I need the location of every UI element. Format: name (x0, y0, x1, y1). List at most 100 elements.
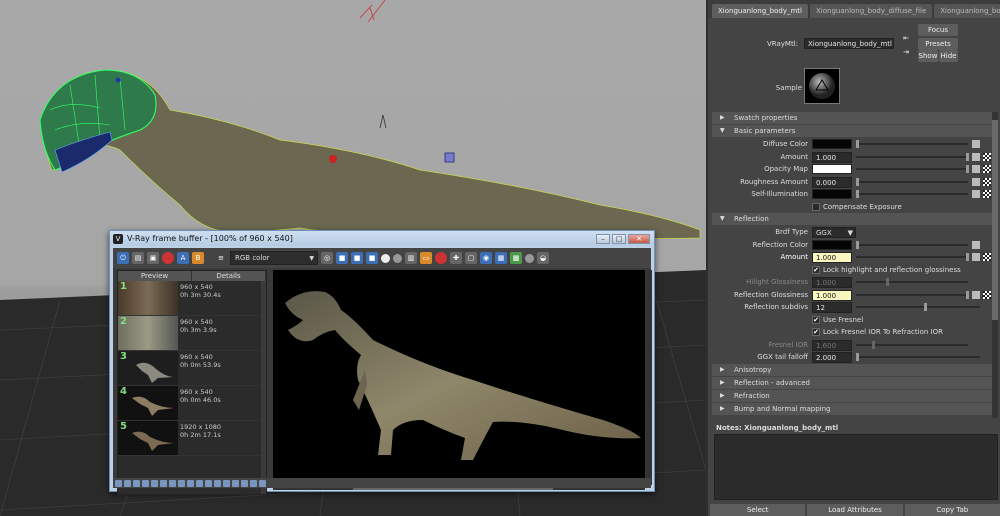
toolbar-button-icon[interactable] (115, 479, 122, 487)
menu-icon[interactable]: ≡ (215, 252, 227, 264)
load-attributes-button[interactable]: Load Attributes (807, 504, 903, 516)
clear-history-icon[interactable] (162, 252, 174, 264)
power-icon[interactable]: ⏻ (117, 252, 129, 264)
notes-textarea[interactable] (714, 434, 998, 500)
opacity-map-swatch[interactable] (812, 164, 852, 174)
slider-knob[interactable] (856, 190, 859, 198)
toolbar-button-icon[interactable] (205, 479, 212, 487)
slider-knob[interactable] (966, 253, 969, 261)
opacity-map-slider[interactable] (856, 165, 969, 173)
section-bump-normal-mapping[interactable]: ▶ Bump and Normal mapping (712, 402, 992, 415)
attribute-scrollbar[interactable] (992, 112, 998, 418)
lut-icon[interactable]: ▩ (510, 252, 522, 264)
toolbar-button-icon[interactable] (142, 479, 149, 487)
toolbar-button-icon[interactable] (124, 479, 131, 487)
ggx-tail-slider[interactable] (856, 353, 980, 361)
compare-a-icon[interactable]: A (177, 252, 189, 264)
reflection-color-swatch[interactable] (812, 239, 852, 250)
history-item[interactable]: 1 960 x 540 0h 3m 30.4s (118, 281, 266, 316)
checker-map-icon[interactable] (983, 165, 991, 173)
save-history-icon[interactable]: ▤ (132, 252, 144, 264)
attribute-scroll-area[interactable]: ▶ Swatch properties ▼ Basic parameters Dif… (712, 112, 992, 418)
section-reflection[interactable]: ▼ Reflection (712, 213, 992, 225)
history-item[interactable]: 4 960 x 540 0h 0m 46.0s (118, 386, 266, 421)
blue-channel-icon[interactable]: ■ (366, 252, 378, 264)
toolbar-button-icon[interactable] (250, 479, 257, 487)
toolbar-button-icon[interactable] (241, 479, 248, 487)
channel-select[interactable]: RGB color ▼ (230, 251, 318, 265)
reflection-subdivs-slider[interactable] (856, 303, 980, 311)
toolbar-button-icon[interactable] (232, 479, 239, 487)
ggx-tail-field[interactable]: 2.000 (812, 352, 852, 363)
display-correction-icon[interactable]: ▦ (495, 252, 507, 264)
self-illumination-slider[interactable] (856, 190, 968, 198)
section-anisotropy[interactable]: ▶ Anisotropy (712, 363, 992, 376)
reflection-subdivs-field[interactable]: 12 (812, 302, 852, 313)
toolbar-button-icon[interactable] (151, 479, 158, 487)
use-fresnel-checkbox[interactable]: ✔ (812, 315, 820, 324)
roughness-field[interactable]: 0.000 (812, 176, 852, 188)
reflection-color-slider[interactable] (856, 240, 968, 249)
close-icon[interactable]: ✕ (628, 233, 650, 244)
track-mouse-icon[interactable]: ✚ (450, 252, 462, 264)
reflection-amount-field[interactable]: 1.000 (812, 252, 852, 263)
input-connection-icon[interactable]: ⇤ (901, 32, 911, 44)
save-image-icon[interactable]: ▥ (405, 252, 417, 264)
checker-map-icon[interactable] (983, 152, 991, 161)
vray-frame-buffer-window[interactable]: V V-Ray frame buffer - [100% of 960 x 54… (109, 230, 655, 495)
render-icon[interactable] (525, 253, 534, 263)
tab-body-other[interactable]: Xionguanlong_boc (934, 4, 1000, 18)
load-history-icon[interactable]: ▣ (147, 252, 159, 264)
slider-knob[interactable] (924, 303, 927, 311)
section-reflection-advanced[interactable]: ▶ Reflection - advanced (712, 376, 992, 389)
map-button-icon[interactable] (972, 177, 980, 186)
tab-body-mtl[interactable]: Xionguanlong_body_mtl (712, 4, 808, 18)
slider-knob[interactable] (856, 140, 859, 148)
slider-knob[interactable] (856, 177, 859, 186)
scrollbar-thumb[interactable] (992, 120, 998, 320)
toolbar-button-icon[interactable] (259, 479, 266, 487)
diffuse-color-slider[interactable] (856, 140, 968, 148)
toolbar-button-icon[interactable] (133, 479, 140, 487)
map-button-icon[interactable] (972, 152, 980, 161)
hide-button[interactable]: Hide (939, 50, 958, 62)
map-button-icon[interactable] (972, 253, 980, 261)
lock-hilight-checkbox[interactable]: ✔ (812, 265, 820, 274)
output-connection-icon[interactable]: ⇥ (901, 46, 911, 58)
diffuse-amount-slider[interactable] (856, 152, 969, 161)
slider-knob[interactable] (966, 290, 969, 299)
white-dot-icon[interactable] (381, 253, 390, 263)
toolbar-button-icon[interactable] (178, 479, 185, 487)
minimize-icon[interactable]: – (596, 233, 610, 244)
select-button[interactable]: Select (710, 504, 806, 516)
material-sample-swatch[interactable] (804, 68, 840, 104)
color-channels-icon[interactable]: ◎ (321, 252, 333, 264)
compare-b-icon[interactable]: B (192, 252, 204, 264)
toolbar-button-icon[interactable] (214, 479, 221, 487)
grey-dot-icon[interactable] (393, 253, 402, 263)
render-vertical-scrollbar[interactable] (646, 270, 652, 485)
history-item[interactable]: 3 960 x 540 0h 0m 53.9s (118, 351, 266, 386)
reflection-glossiness-slider[interactable] (856, 290, 969, 299)
toolbar-button-icon[interactable] (223, 479, 230, 487)
slider-knob[interactable] (966, 152, 969, 161)
map-button-icon[interactable] (972, 190, 980, 198)
material-name-field[interactable]: Xionguanlong_body_mtl (804, 38, 894, 49)
checker-map-icon[interactable] (983, 177, 991, 186)
green-channel-icon[interactable]: ■ (351, 252, 363, 264)
diffuse-amount-field[interactable]: 1.000 (812, 151, 852, 163)
stop-render-icon[interactable] (435, 252, 447, 264)
slider-knob[interactable] (856, 353, 859, 361)
lock-fresnel-checkbox[interactable]: ✔ (812, 328, 820, 336)
section-refraction[interactable]: ▶ Refraction (712, 389, 992, 402)
history-scrollbar[interactable] (261, 281, 266, 494)
reflection-glossiness-field[interactable]: 1.000 (812, 289, 852, 301)
slider-knob[interactable] (966, 165, 969, 173)
reflection-amount-slider[interactable] (856, 253, 969, 261)
checker-map-icon[interactable] (983, 253, 991, 261)
section-basic-parameters[interactable]: ▼ Basic parameters (712, 125, 992, 137)
render-view[interactable] (273, 270, 645, 485)
open-folder-icon[interactable]: ▭ (420, 252, 432, 264)
region-render-icon[interactable]: ▢ (465, 252, 477, 264)
roughness-slider[interactable] (856, 177, 968, 186)
